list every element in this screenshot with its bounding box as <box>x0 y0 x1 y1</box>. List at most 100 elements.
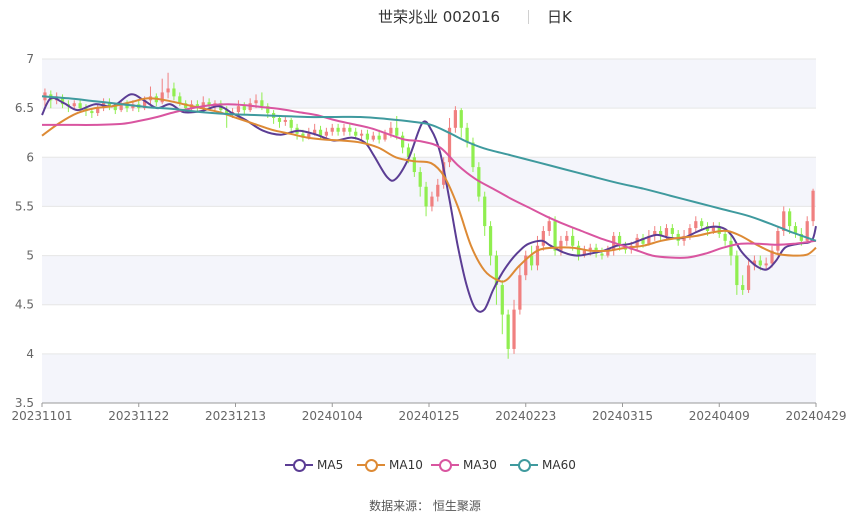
legend-circle <box>439 459 452 472</box>
candle-body <box>483 196 487 227</box>
legend-item-ma10[interactable]: MA10 <box>357 458 423 472</box>
y-tick-label: 5 <box>26 249 34 263</box>
candle-body <box>172 88 176 97</box>
y-tick-label: 6.5 <box>15 101 34 115</box>
candle-body <box>518 275 522 310</box>
candle-body <box>553 221 557 251</box>
x-tick-label: 20240429 <box>785 409 846 423</box>
legend-label: MA10 <box>389 458 423 472</box>
candle-body <box>547 221 551 231</box>
x-tick-label: 20240125 <box>398 409 459 423</box>
legend: MA5 MA10 MA30 MA60 <box>0 458 850 478</box>
candle-body <box>260 100 264 107</box>
candle-body <box>758 260 762 266</box>
chart-plot: 3.5 4 4.5 5 5.5 6 6.5 7 20231101 20231122 20231213… <box>11 52 846 423</box>
candle-body <box>348 127 352 132</box>
candle-body <box>506 314 510 349</box>
candle-body <box>471 142 475 168</box>
candle-body <box>242 106 246 111</box>
x-tick-label: 20240409 <box>689 409 750 423</box>
candle-body <box>600 253 604 256</box>
candle-body <box>735 255 739 286</box>
y-tick-label: 3.5 <box>15 396 34 410</box>
candle-body <box>424 186 428 207</box>
x-tick-label: 20240315 <box>592 409 653 423</box>
candle-body <box>383 133 387 140</box>
legend-label: MA5 <box>317 458 344 472</box>
candle-body <box>359 133 364 136</box>
legend-label: MA60 <box>542 458 576 472</box>
candle-body <box>500 285 504 315</box>
legend-item-ma5[interactable]: MA5 <box>285 458 343 472</box>
candle-body <box>395 127 399 136</box>
candle-body <box>354 131 358 136</box>
candle-body <box>776 231 780 251</box>
legend-circle <box>293 459 306 472</box>
candle-body <box>565 235 569 241</box>
candle-body <box>96 108 100 114</box>
grid-band <box>42 255 816 305</box>
y-tick-label: 4.5 <box>15 298 34 312</box>
candle-body <box>664 228 669 236</box>
candle-body <box>488 226 493 256</box>
candle-body <box>694 221 698 229</box>
candle-body <box>330 127 334 132</box>
candle-body <box>670 228 674 234</box>
candle-body <box>277 117 282 122</box>
candle-body <box>436 184 440 197</box>
legend-marker-icon <box>357 458 385 472</box>
candle-body <box>371 135 375 140</box>
legend-label: MA30 <box>463 458 497 472</box>
candle-body <box>430 196 434 207</box>
candle-body <box>90 111 94 114</box>
candle-body <box>764 263 768 266</box>
candle-body <box>377 135 381 140</box>
candle-body <box>559 240 563 251</box>
grid-band <box>42 157 816 207</box>
x-tick-label: 20231101 <box>11 409 72 423</box>
candle-body <box>166 88 170 93</box>
legend-item-ma30[interactable]: MA30 <box>431 458 497 472</box>
candle-body <box>729 240 733 256</box>
candle-body <box>788 211 792 227</box>
candle-body <box>541 231 545 246</box>
y-tick-label: 4 <box>26 347 34 361</box>
x-tick-label: 20240104 <box>302 409 363 423</box>
candle-body <box>78 103 82 109</box>
candle-body <box>324 131 328 136</box>
candle-body <box>535 245 540 266</box>
x-tick-label: 20231213 <box>205 409 266 423</box>
candle-body <box>512 309 516 349</box>
candle-body <box>453 110 457 128</box>
x-tick-label: 20240223 <box>495 409 556 423</box>
candle-body <box>571 235 575 246</box>
legend-marker-icon <box>285 458 313 472</box>
candle-body <box>401 135 405 148</box>
legend-circle <box>365 459 378 472</box>
candle-body <box>746 265 751 290</box>
x-tick-label: 20231122 <box>108 409 169 423</box>
legend-marker-icon <box>510 458 538 472</box>
candle-body <box>459 110 463 128</box>
grid-band <box>42 353 816 403</box>
candle-body <box>283 119 287 122</box>
candle-body <box>72 103 76 107</box>
chart-root: 世荣兆业 002016 日K 3.5 4 4.5 5 5.5 6 6.5 7 20231101 2… <box>0 0 850 517</box>
data-source: 数据来源： 恒生聚源 <box>369 499 481 513</box>
candle-body <box>254 100 258 104</box>
y-tick-label: 5.5 <box>15 199 34 213</box>
legend-marker-icon <box>431 458 459 472</box>
candle-body <box>236 106 241 113</box>
grid-band <box>42 59 816 109</box>
candle-body <box>389 127 393 134</box>
candle-body <box>412 157 416 173</box>
candle-body <box>741 285 745 290</box>
candle-body <box>723 233 727 241</box>
y-tick-label: 7 <box>26 52 34 66</box>
candle-body <box>811 190 815 222</box>
legend-circle <box>518 459 531 472</box>
candle-body <box>576 245 581 256</box>
legend-item-ma60[interactable]: MA60 <box>510 458 576 472</box>
candle-body <box>342 127 346 132</box>
candle-body <box>530 255 534 266</box>
